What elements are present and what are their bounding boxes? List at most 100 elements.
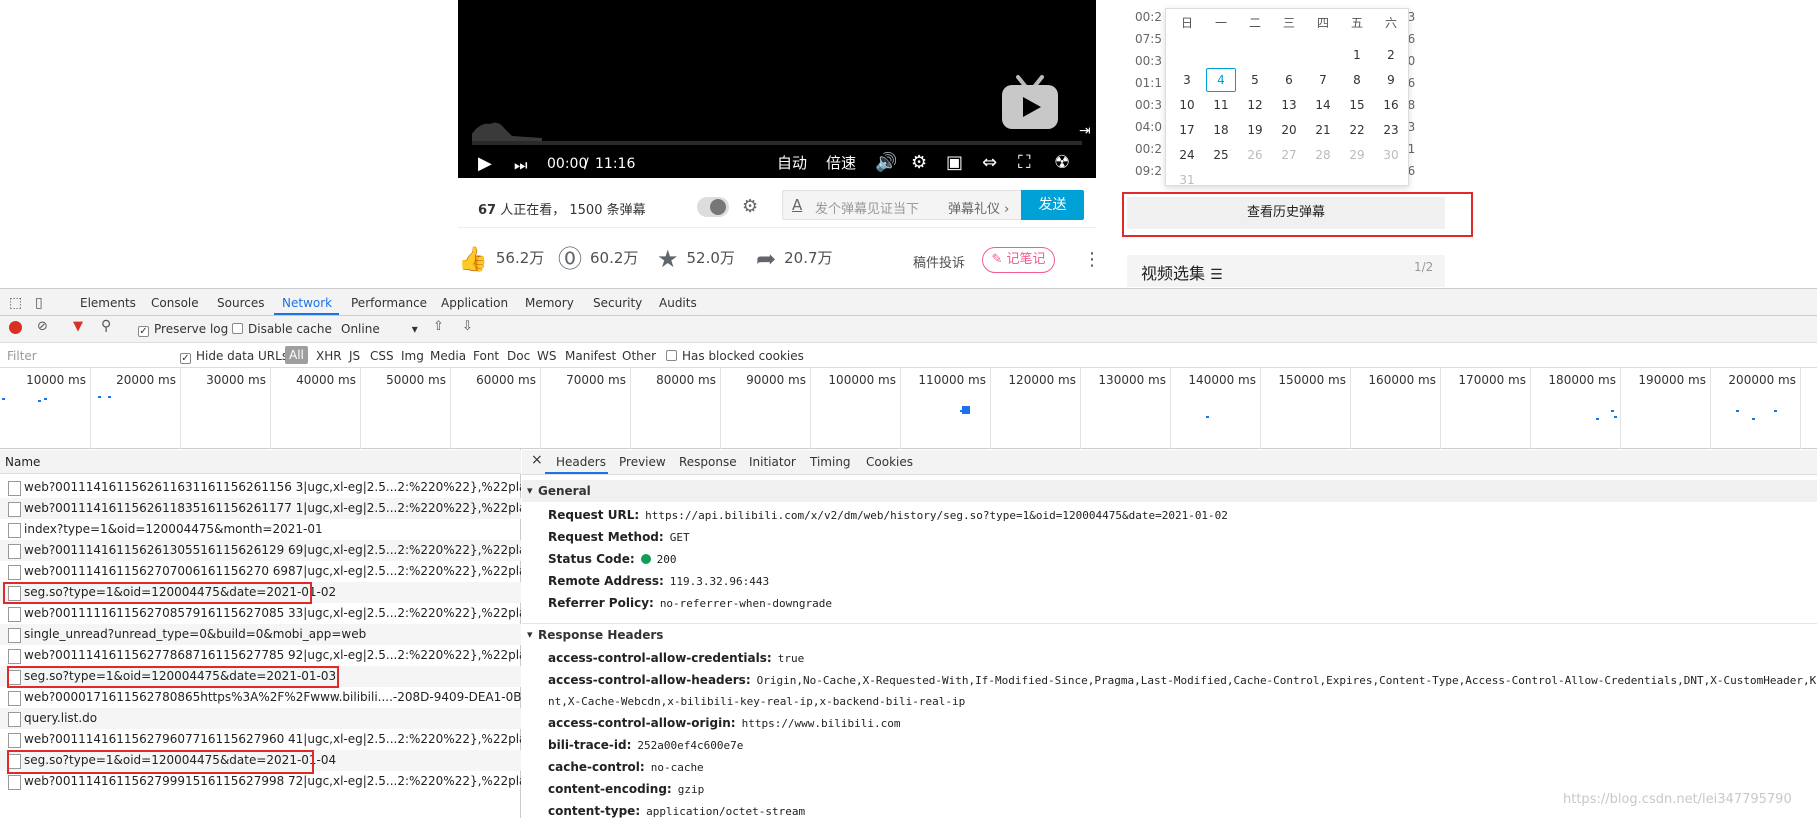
- search-icon[interactable]: ⚲: [101, 319, 111, 333]
- quality-button[interactable]: 自动: [777, 154, 807, 172]
- tab-memory[interactable]: Memory: [525, 295, 574, 311]
- calendar-day[interactable]: 18: [1206, 120, 1236, 140]
- settings-icon[interactable]: ⚙: [911, 153, 927, 173]
- calendar-day[interactable]: 11: [1206, 95, 1236, 115]
- favorite-button[interactable]: ★ 52.0万: [657, 247, 735, 271]
- fullscreen-icon[interactable]: ⛶: [1018, 153, 1031, 173]
- calendar-day[interactable]: 1: [1342, 45, 1372, 65]
- drag-handle-icon[interactable]: ⇥: [1079, 121, 1091, 141]
- type-xhr[interactable]: XHR: [316, 349, 342, 363]
- blocked-cookies-checkbox[interactable]: Has blocked cookies: [666, 349, 804, 363]
- filter-icon[interactable]: ▼: [73, 320, 83, 334]
- calendar-day[interactable]: 2: [1376, 45, 1406, 65]
- font-style-icon[interactable]: A: [792, 196, 802, 214]
- response-headers-section[interactable]: Response Headers: [522, 623, 1817, 646]
- calendar-day[interactable]: 3: [1172, 70, 1202, 90]
- name-column-header[interactable]: Name: [0, 450, 521, 474]
- tab-sources[interactable]: Sources: [217, 295, 264, 311]
- progress-bar[interactable]: [472, 141, 1082, 145]
- type-img[interactable]: Img: [401, 349, 424, 363]
- volume-icon[interactable]: 🔊: [875, 153, 897, 173]
- tab-security[interactable]: Security: [593, 295, 642, 311]
- request-row[interactable]: query.list.do: [0, 708, 521, 729]
- tab-headers[interactable]: Headers: [556, 455, 606, 469]
- type-doc[interactable]: Doc: [507, 349, 530, 363]
- request-row[interactable]: web?001111161156270857916115627085 33|ug…: [0, 603, 521, 624]
- calendar-day[interactable]: 10: [1172, 95, 1202, 115]
- request-row[interactable]: web?001114161156277868716115627785 92|ug…: [0, 645, 521, 666]
- danmaku-settings-icon[interactable]: ⚙: [742, 196, 758, 217]
- tab-network[interactable]: Network: [282, 295, 332, 311]
- filter-input[interactable]: Filter: [7, 349, 37, 363]
- request-row[interactable]: web?0011141611562707006161156270 6987|ug…: [0, 561, 521, 582]
- preserve-log-checkbox[interactable]: ✓ Preserve log: [138, 322, 228, 337]
- tab-cookies[interactable]: Cookies: [866, 455, 913, 469]
- general-section-header[interactable]: General: [522, 480, 1817, 502]
- type-js[interactable]: JS: [349, 349, 360, 363]
- calendar-day[interactable]: 17: [1172, 120, 1202, 140]
- tab-console[interactable]: Console: [151, 295, 199, 311]
- radiation-icon[interactable]: ☢: [1054, 153, 1070, 173]
- date-picker[interactable]: 日一二三四五六 1 2 3 4 5 6 7 8 9 10 11 12 13 14 15 16 17 18 19 20 21…: [1165, 8, 1409, 187]
- type-other[interactable]: Other: [622, 349, 656, 363]
- more-icon[interactable]: ⋮: [1083, 249, 1101, 270]
- import-icon[interactable]: ⇧: [433, 320, 444, 334]
- export-icon[interactable]: ⇩: [462, 320, 473, 334]
- calendar-day[interactable]: 21: [1308, 120, 1338, 140]
- calendar-day[interactable]: 12: [1240, 95, 1270, 115]
- note-button[interactable]: ✎ 记笔记: [982, 247, 1055, 273]
- calendar-day[interactable]: 15: [1342, 95, 1372, 115]
- type-font[interactable]: Font: [473, 349, 499, 363]
- danmaku-etiquette-link[interactable]: 弹幕礼仪 ›: [948, 198, 1009, 217]
- pip-icon[interactable]: ▣: [946, 153, 963, 173]
- speed-button[interactable]: 倍速: [826, 154, 856, 172]
- type-all[interactable]: All: [285, 346, 308, 364]
- calendar-day[interactable]: 5: [1240, 70, 1270, 90]
- request-row[interactable]: web?001114161156279607716115627960 41|ug…: [0, 729, 521, 750]
- close-icon[interactable]: ×: [531, 453, 543, 467]
- request-row[interactable]: web?001114161156279991516115627998 72|ug…: [0, 771, 521, 792]
- tab-elements[interactable]: Elements: [80, 295, 136, 311]
- request-row[interactable]: single_unread?unread_type=0&build=0&mobi…: [0, 624, 521, 645]
- tab-initiator[interactable]: Initiator: [749, 455, 796, 469]
- calendar-day[interactable]: 19: [1240, 120, 1270, 140]
- danmaku-toggle[interactable]: [697, 197, 729, 217]
- type-media[interactable]: Media: [430, 349, 466, 363]
- request-row[interactable]: web?0011141611562611631161156261156 3|ug…: [0, 477, 521, 498]
- type-manifest[interactable]: Manifest: [565, 349, 616, 363]
- type-css[interactable]: CSS: [370, 349, 394, 363]
- calendar-day[interactable]: 9: [1376, 70, 1406, 90]
- tab-audits[interactable]: Audits: [659, 295, 697, 311]
- request-row[interactable]: index?type=1&oid=120004475&month=2021-01: [0, 519, 521, 540]
- request-row[interactable]: web?0000171611562780865https%3A%2F%2Fwww…: [0, 687, 521, 708]
- calendar-day[interactable]: 25: [1206, 145, 1236, 165]
- calendar-day[interactable]: 4: [1206, 68, 1236, 92]
- throttle-select[interactable]: Online ▾: [341, 322, 418, 336]
- device-toggle-icon[interactable]: ▯: [35, 295, 43, 311]
- play-icon[interactable]: ▶: [478, 154, 492, 174]
- tab-performance[interactable]: Performance: [351, 295, 427, 311]
- calendar-day[interactable]: 7: [1308, 70, 1338, 90]
- like-button[interactable]: 👍 56.2万: [458, 247, 544, 271]
- coin-button[interactable]: ⓪ 60.2万: [558, 247, 638, 271]
- next-icon[interactable]: ⏭: [514, 155, 528, 175]
- request-row[interactable]: web?001114161156261305516115626129 69|ug…: [0, 540, 521, 561]
- disable-cache-checkbox[interactable]: Disable cache: [232, 322, 332, 336]
- calendar-day[interactable]: 16: [1376, 95, 1406, 115]
- hide-data-urls-checkbox[interactable]: ✓ Hide data URLs: [180, 349, 288, 364]
- report-link[interactable]: 稿件投诉: [913, 252, 965, 271]
- share-button[interactable]: ➦ 20.7万: [756, 247, 833, 271]
- record-icon[interactable]: [9, 321, 22, 334]
- calendar-day[interactable]: 6: [1274, 70, 1304, 90]
- clear-icon[interactable]: ⊘: [37, 320, 48, 334]
- tab-response[interactable]: Response: [679, 455, 737, 469]
- inspect-icon[interactable]: ⬚: [9, 295, 22, 311]
- calendar-day[interactable]: 13: [1274, 95, 1304, 115]
- calendar-day[interactable]: 23: [1376, 120, 1406, 140]
- send-button[interactable]: 发送: [1021, 190, 1084, 220]
- calendar-day[interactable]: 24: [1172, 145, 1202, 165]
- widescreen-icon[interactable]: ⇔: [982, 153, 997, 173]
- calendar-day[interactable]: 20: [1274, 120, 1304, 140]
- calendar-day[interactable]: 8: [1342, 70, 1372, 90]
- calendar-day[interactable]: 22: [1342, 120, 1372, 140]
